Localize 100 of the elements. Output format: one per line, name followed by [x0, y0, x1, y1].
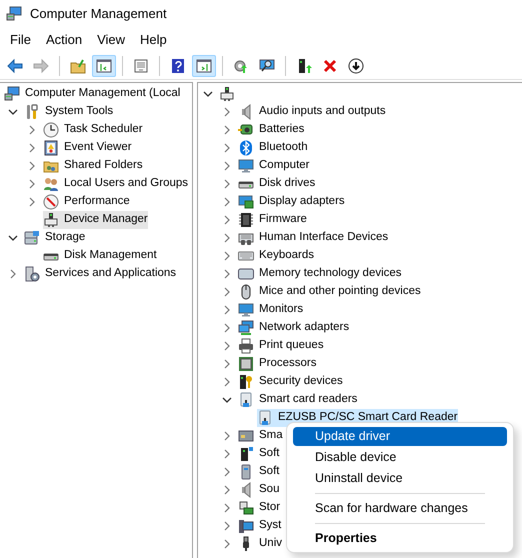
device-up-icon: [296, 58, 312, 74]
expand-chevron-icon[interactable]: [222, 431, 232, 441]
expand-chevron-icon[interactable]: [222, 251, 232, 261]
expand-chevron-icon[interactable]: [222, 161, 232, 171]
tree-item[interactable]: Univ: [238, 535, 282, 553]
menu-item[interactable]: Disable device: [293, 448, 507, 467]
tree-item[interactable]: Sou: [238, 481, 280, 499]
delete-icon: [322, 58, 338, 74]
expand-chevron-icon[interactable]: [222, 305, 232, 315]
expand-chevron-icon[interactable]: [27, 143, 37, 153]
expand-chevron-icon[interactable]: [222, 521, 232, 531]
pane-icon: [96, 58, 112, 74]
expand-chevron-icon[interactable]: [222, 377, 232, 387]
tree-item[interactable]: Services and Applications: [24, 265, 176, 283]
folder-up-icon: [70, 58, 86, 74]
expand-chevron-icon[interactable]: [222, 341, 232, 351]
expand-chevron-icon[interactable]: [27, 197, 37, 207]
expand-chevron-icon[interactable]: [222, 467, 232, 477]
tree-item[interactable]: Disk Management: [43, 247, 157, 265]
expand-chevron-icon[interactable]: [222, 107, 232, 117]
storage-icon: [24, 230, 40, 246]
tree-item[interactable]: Soft: [238, 463, 280, 481]
expand-chevron-icon[interactable]: [222, 125, 232, 135]
tree-item[interactable]: Sma: [238, 427, 283, 445]
card-reader-icon: [257, 410, 273, 426]
expand-chevron-icon[interactable]: [222, 287, 232, 297]
download-icon: [348, 58, 364, 74]
expand-chevron-icon[interactable]: [27, 179, 37, 189]
key-device-icon: [238, 374, 254, 390]
menu-item[interactable]: View: [90, 28, 132, 52]
tree-item[interactable]: Monitors: [238, 301, 304, 319]
processor-icon: [238, 356, 254, 372]
tree-item[interactable]: Storage: [24, 229, 86, 247]
toolbar-button[interactable]: [92, 54, 116, 76]
memory-card-icon: [238, 266, 254, 282]
menu-item[interactable]: Uninstall device: [293, 469, 507, 488]
expand-chevron-icon[interactable]: [222, 269, 232, 279]
tree-item[interactable]: Memory technology devices: [238, 265, 402, 283]
tree-item[interactable]: System Tools: [24, 103, 114, 121]
tree-item[interactable]: Print queues: [238, 337, 324, 355]
tree-item[interactable]: Device Manager: [43, 211, 148, 229]
collapse-chevron-icon[interactable]: [8, 233, 18, 243]
expand-chevron-icon[interactable]: [222, 197, 232, 207]
tree-item[interactable]: Event Viewer: [43, 139, 132, 157]
tree-item[interactable]: Computer Management (Local: [4, 85, 180, 103]
expand-chevron-icon[interactable]: [222, 143, 232, 153]
collapse-chevron-icon[interactable]: [203, 89, 213, 99]
tree-item[interactable]: Syst: [238, 517, 282, 535]
tree-item[interactable]: Task Scheduler: [43, 121, 143, 139]
monitor-search-icon: [259, 58, 275, 74]
tree-item[interactable]: Disk drives: [238, 175, 316, 193]
toolbar-button[interactable]: [192, 54, 216, 76]
expand-chevron-icon[interactable]: [222, 539, 232, 549]
usb-device-icon: [43, 212, 59, 228]
tree-item[interactable]: Security devices: [238, 373, 343, 391]
menu-item[interactable]: Scan for hardware changes: [293, 499, 507, 518]
computer-icon: [4, 86, 20, 102]
menu-item[interactable]: Help: [133, 28, 174, 52]
expand-chevron-icon[interactable]: [8, 269, 18, 279]
pane-icon: [196, 58, 212, 74]
tree-item[interactable]: [219, 85, 235, 103]
monitor-icon: [238, 158, 254, 174]
tree-item[interactable]: Stor: [238, 499, 280, 517]
menu-item[interactable]: Action: [38, 28, 90, 52]
expand-chevron-icon[interactable]: [27, 125, 37, 135]
tree-item[interactable]: Soft: [238, 445, 280, 463]
expand-chevron-icon[interactable]: [222, 359, 232, 369]
expand-chevron-icon[interactable]: [222, 503, 232, 513]
collapse-chevron-icon[interactable]: [8, 107, 18, 117]
tree-item[interactable]: Firmware: [238, 211, 307, 229]
expand-chevron-icon[interactable]: [222, 485, 232, 495]
expand-chevron-icon[interactable]: [222, 323, 232, 333]
menu-item[interactable]: File: [3, 28, 38, 52]
tree-item[interactable]: Network adapters: [238, 319, 350, 337]
expand-chevron-icon[interactable]: [27, 161, 37, 171]
tree-item[interactable]: Mice and other pointing devices: [238, 283, 421, 301]
tree-item[interactable]: Processors: [238, 355, 317, 373]
tree-item[interactable]: Local Users and Groups: [43, 175, 188, 193]
services-icon: [24, 266, 40, 282]
expand-chevron-icon[interactable]: [222, 215, 232, 225]
system-device-icon: [238, 518, 254, 534]
menu-item[interactable]: Update driver: [293, 427, 507, 446]
tree-item[interactable]: Audio inputs and outputs: [238, 103, 386, 121]
tree-item[interactable]: Human Interface Devices: [238, 229, 388, 247]
properties-sheet-icon: [133, 58, 149, 74]
collapse-chevron-icon[interactable]: [222, 395, 232, 405]
printer-icon: [238, 338, 254, 354]
tree-item[interactable]: Computer: [238, 157, 310, 175]
tree-item[interactable]: Keyboards: [238, 247, 314, 265]
menu-item[interactable]: Properties: [293, 529, 507, 548]
tree-item[interactable]: Performance: [43, 193, 130, 211]
tree-item[interactable]: Display adapters: [238, 193, 345, 211]
display-adapter-icon: [238, 194, 254, 210]
expand-chevron-icon[interactable]: [222, 233, 232, 243]
tree-item[interactable]: Shared Folders: [43, 157, 143, 175]
tree-item[interactable]: Smart card readers: [238, 391, 358, 409]
tree-item[interactable]: Batteries: [238, 121, 304, 139]
expand-chevron-icon[interactable]: [222, 449, 232, 459]
tree-item[interactable]: Bluetooth: [238, 139, 308, 157]
expand-chevron-icon[interactable]: [222, 179, 232, 189]
